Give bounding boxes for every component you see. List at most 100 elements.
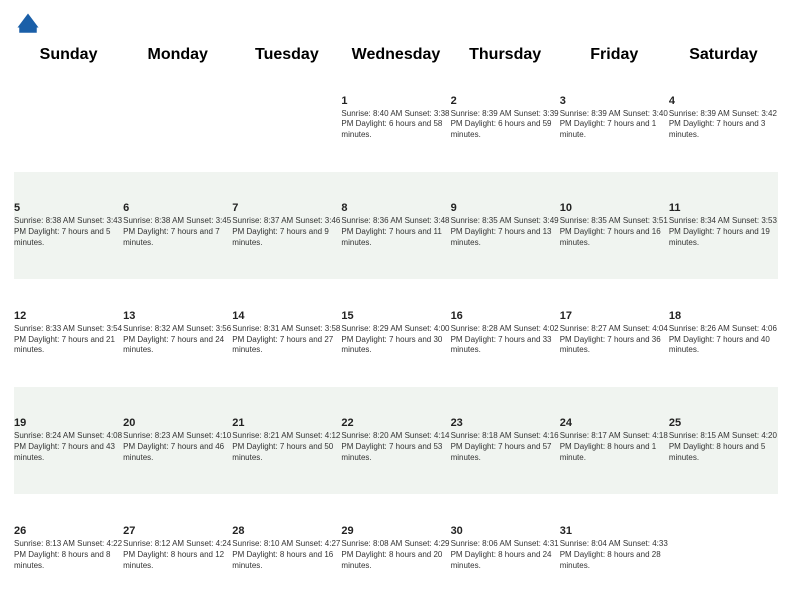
calendar-cell: 3 Sunrise: 8:39 AM Sunset: 3:40 PM Daylig… [560,64,669,172]
weekday-header-tuesday: Tuesday [232,46,341,64]
day-number: 9 [451,202,560,214]
day-number: 22 [341,417,450,429]
calendar-week-4: 26Sunrise: 8:13 AM Sunset: 4:22 PM Dayli… [14,494,778,602]
calendar-cell: 5 Sunrise: 8:38 AM Sunset: 3:43 PM Daylig… [14,172,123,280]
day-number: 8 [341,202,450,214]
calendar-cell [669,494,778,602]
day-number: 19 [14,417,123,429]
day-info: Sunrise: 8:13 AM Sunset: 4:22 PM Dayligh… [14,539,123,571]
calendar-week-2: 12 Sunrise: 8:33 AM Sunset: 3:54 PM Dayli… [14,279,778,387]
calendar-cell: 22 Sunrise: 8:20 AM Sunset: 4:14 PM Dayli… [341,387,450,495]
weekday-header-friday: Friday [560,46,669,64]
day-number: 29 [341,525,450,537]
day-info: Sunrise: 8:21 AM Sunset: 4:12 PM Dayligh… [232,431,341,463]
day-info: Sunrise: 8:06 AM Sunset: 4:31 PM Dayligh… [451,539,560,571]
calendar-cell: 28 Sunrise: 8:10 AM Sunset: 4:27 PM Dayli… [232,494,341,602]
day-info: Sunrise: 8:18 AM Sunset: 4:16 PM Dayligh… [451,431,560,463]
day-info: Sunrise: 8:08 AM Sunset: 4:29 PM Dayligh… [341,539,450,571]
calendar-cell: 19 Sunrise: 8:24 AM Sunset: 4:08 PM Dayli… [14,387,123,495]
weekday-header-saturday: Saturday [669,46,778,64]
day-info: Sunrise: 8:33 AM Sunset: 3:54 PM Dayligh… [14,324,123,356]
day-info: Sunrise: 8:34 AM Sunset: 3:53 PM Dayligh… [669,216,778,248]
calendar-cell: 30 Sunrise: 8:06 AM Sunset: 4:31 PM Dayli… [451,494,560,602]
day-number: 25 [669,417,778,429]
day-number: 5 [14,202,123,214]
day-info: Sunrise: 8:38 AM Sunset: 3:45 PM Dayligh… [123,216,232,248]
day-info: Sunrise: 8:40 AM Sunset: 3:38 PM Dayligh… [341,109,450,141]
calendar-cell [123,64,232,172]
day-number: 3 [560,95,669,107]
weekday-header-wednesday: Wednesday [341,46,450,64]
calendar-cell: 4 Sunrise: 8:39 AM Sunset: 3:42 PM Daylig… [669,64,778,172]
day-info: Sunrise: 8:35 AM Sunset: 3:49 PM Dayligh… [451,216,560,248]
day-number: 18 [669,310,778,322]
day-number: 1 [341,95,450,107]
calendar-cell: 26Sunrise: 8:13 AM Sunset: 4:22 PM Dayli… [14,494,123,602]
day-info: Sunrise: 8:39 AM Sunset: 3:42 PM Dayligh… [669,109,778,141]
day-number: 13 [123,310,232,322]
calendar-cell [14,64,123,172]
calendar-cell: 24Sunrise: 8:17 AM Sunset: 4:18 PM Dayli… [560,387,669,495]
day-number: 16 [451,310,560,322]
day-info: Sunrise: 8:31 AM Sunset: 3:58 PM Dayligh… [232,324,341,356]
day-info: Sunrise: 8:24 AM Sunset: 4:08 PM Dayligh… [14,431,123,463]
day-number: 27 [123,525,232,537]
calendar-cell: 16Sunrise: 8:28 AM Sunset: 4:02 PM Dayli… [451,279,560,387]
weekday-header-monday: Monday [123,46,232,64]
calendar-cell: 11 Sunrise: 8:34 AM Sunset: 3:53 PM Dayli… [669,172,778,280]
day-info: Sunrise: 8:36 AM Sunset: 3:48 PM Dayligh… [341,216,450,248]
day-number: 23 [451,417,560,429]
day-number: 10 [560,202,669,214]
day-info: Sunrise: 8:12 AM Sunset: 4:24 PM Dayligh… [123,539,232,571]
day-info: Sunrise: 8:17 AM Sunset: 4:18 PM Dayligh… [560,431,669,463]
day-info: Sunrise: 8:26 AM Sunset: 4:06 PM Dayligh… [669,324,778,356]
day-number: 15 [341,310,450,322]
page: SundayMondayTuesdayWednesdayThursdayFrid… [0,0,792,612]
day-number: 6 [123,202,232,214]
day-info: Sunrise: 8:37 AM Sunset: 3:46 PM Dayligh… [232,216,341,248]
day-number: 21 [232,417,341,429]
calendar-cell: 25Sunrise: 8:15 AM Sunset: 4:20 PM Dayli… [669,387,778,495]
calendar-cell: 15 Sunrise: 8:29 AM Sunset: 4:00 PM Dayli… [341,279,450,387]
calendar-cell: 8 Sunrise: 8:36 AM Sunset: 3:48 PM Daylig… [341,172,450,280]
calendar-cell: 6 Sunrise: 8:38 AM Sunset: 3:45 PM Daylig… [123,172,232,280]
day-info: Sunrise: 8:39 AM Sunset: 3:39 PM Dayligh… [451,109,560,141]
logo [14,10,46,38]
day-number: 7 [232,202,341,214]
calendar-cell: 21 Sunrise: 8:21 AM Sunset: 4:12 PM Dayli… [232,387,341,495]
calendar-cell: 31 Sunrise: 8:04 AM Sunset: 4:33 PM Dayli… [560,494,669,602]
day-number: 12 [14,310,123,322]
calendar-cell: 20Sunrise: 8:23 AM Sunset: 4:10 PM Dayli… [123,387,232,495]
day-number: 11 [669,202,778,214]
day-number: 30 [451,525,560,537]
day-number: 4 [669,95,778,107]
calendar-cell: 12 Sunrise: 8:33 AM Sunset: 3:54 PM Dayli… [14,279,123,387]
day-number: 17 [560,310,669,322]
calendar-cell: 17 Sunrise: 8:27 AM Sunset: 4:04 PM Dayli… [560,279,669,387]
calendar-cell: 7 Sunrise: 8:37 AM Sunset: 3:46 PM Daylig… [232,172,341,280]
day-number: 2 [451,95,560,107]
day-info: Sunrise: 8:27 AM Sunset: 4:04 PM Dayligh… [560,324,669,356]
day-info: Sunrise: 8:29 AM Sunset: 4:00 PM Dayligh… [341,324,450,356]
calendar-cell: 23 Sunrise: 8:18 AM Sunset: 4:16 PM Dayli… [451,387,560,495]
calendar-week-0: 1 Sunrise: 8:40 AM Sunset: 3:38 PM Daylig… [14,64,778,172]
header [14,10,778,38]
calendar-week-3: 19 Sunrise: 8:24 AM Sunset: 4:08 PM Dayli… [14,387,778,495]
day-info: Sunrise: 8:10 AM Sunset: 4:27 PM Dayligh… [232,539,341,571]
weekday-header-row: SundayMondayTuesdayWednesdayThursdayFrid… [14,46,778,64]
calendar-cell: 27 Sunrise: 8:12 AM Sunset: 4:24 PM Dayli… [123,494,232,602]
day-number: 14 [232,310,341,322]
day-info: Sunrise: 8:20 AM Sunset: 4:14 PM Dayligh… [341,431,450,463]
weekday-header-thursday: Thursday [451,46,560,64]
day-number: 31 [560,525,669,537]
calendar-week-1: 5 Sunrise: 8:38 AM Sunset: 3:43 PM Daylig… [14,172,778,280]
day-info: Sunrise: 8:38 AM Sunset: 3:43 PM Dayligh… [14,216,123,248]
calendar-cell: 13Sunrise: 8:32 AM Sunset: 3:56 PM Dayli… [123,279,232,387]
day-info: Sunrise: 8:39 AM Sunset: 3:40 PM Dayligh… [560,109,669,141]
calendar-cell: 1 Sunrise: 8:40 AM Sunset: 3:38 PM Daylig… [341,64,450,172]
day-number: 28 [232,525,341,537]
weekday-header-sunday: Sunday [14,46,123,64]
day-number: 20 [123,417,232,429]
day-info: Sunrise: 8:04 AM Sunset: 4:33 PM Dayligh… [560,539,669,571]
calendar-cell: 14 Sunrise: 8:31 AM Sunset: 3:58 PM Dayli… [232,279,341,387]
